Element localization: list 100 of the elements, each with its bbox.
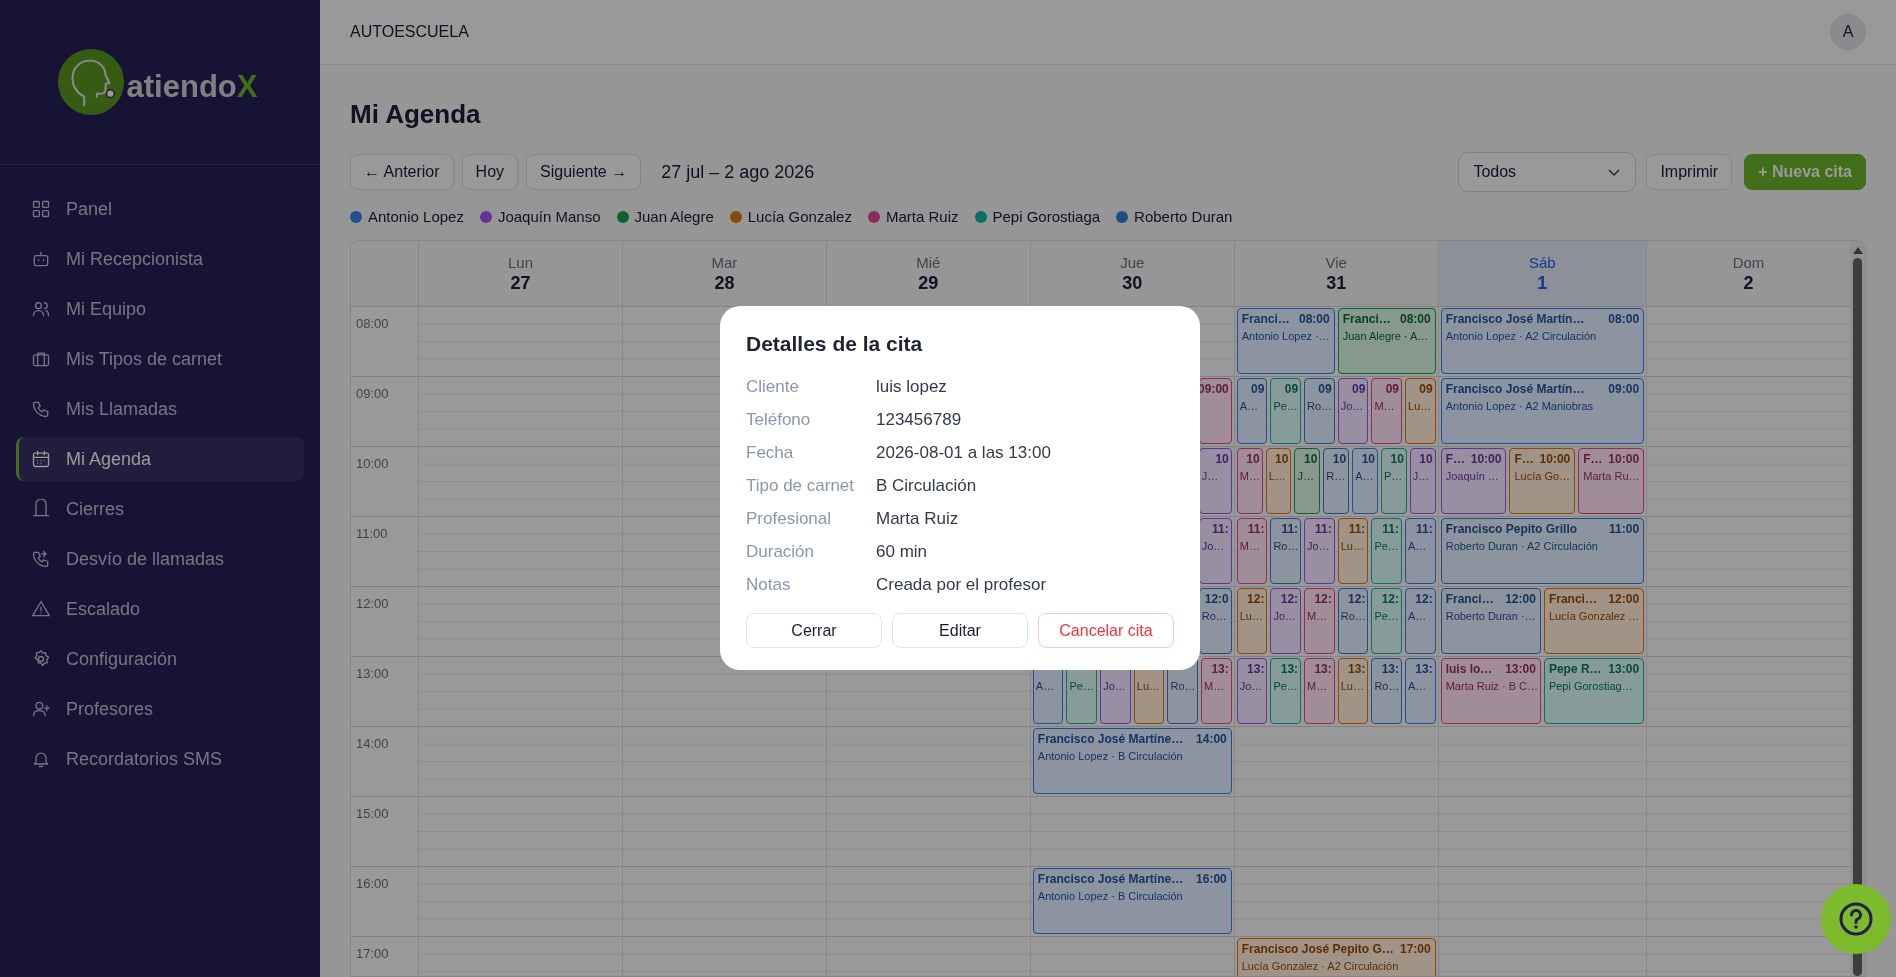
appointment-card[interactable]: Francisco José Martíne… 16:00 Antonio Lopez · B Circulación — [1032, 868, 1232, 934]
appointment-card[interactable]: 11: Lu… — [1337, 518, 1369, 584]
appointment-card[interactable]: 10 J… — [1409, 448, 1436, 514]
print-button[interactable]: Imprimir — [1646, 154, 1733, 190]
appointment-card[interactable]: 10 J… — [1198, 448, 1232, 514]
appointment-card[interactable]: luis lo… 13:00 Marta Ruiz · B C… — [1440, 658, 1541, 724]
appointment-card[interactable]: Pepe R… 13:00 Pepi Gorostiag… — [1543, 658, 1645, 724]
nav-item[interactable]: Panel — [16, 187, 304, 231]
appointment-card[interactable]: 12: A… — [1405, 588, 1436, 654]
appointment-card[interactable]: 13: Lu… — [1337, 658, 1369, 724]
professional-select[interactable]: Todos — [1458, 152, 1637, 192]
appointment-card[interactable]: Franci… 08:00 Juan Alegre · A… — [1337, 308, 1436, 374]
dialog-button[interactable]: Cerrar — [746, 613, 882, 648]
nav-item[interactable]: Mi Equipo — [16, 287, 304, 331]
appointment-card[interactable]: 10 A… — [1352, 448, 1378, 514]
nav-item[interactable]: Mis Tipos de carnet — [16, 337, 304, 381]
appointment-card[interactable]: 12: Pe… — [1371, 588, 1403, 654]
nav-item[interactable]: Profesores — [16, 687, 304, 731]
nav-item[interactable]: Mi Recepcionista — [16, 237, 304, 281]
appointment-card[interactable]: 11: M… — [1236, 518, 1268, 584]
appointment-card[interactable]: 13: M… — [1304, 658, 1335, 724]
appointment-card[interactable]: Francisco José Martíne… 14:00 Antonio Lopez · B Circulación — [1032, 728, 1232, 794]
next-button[interactable]: Siguiente → — [526, 154, 642, 190]
appointment-card[interactable]: 12: Ro… — [1337, 588, 1369, 654]
appointment-details: Ro… — [1307, 400, 1332, 412]
field-value: 2026-08-01 a las 13:00 — [876, 442, 1051, 463]
appointment-card[interactable]: Francisco José Martín… 09:00 Antonio Lopez · A2 Maniobras — [1440, 378, 1645, 444]
appointment-card[interactable]: Franci… 12:00 Roberto Duran ·… — [1440, 588, 1541, 654]
today-button[interactable]: Hoy — [461, 154, 519, 190]
appointment-card[interactable]: 11: Jo… — [1198, 518, 1232, 584]
appointment-card[interactable]: 11: Pe… — [1371, 518, 1403, 584]
appointment-card[interactable]: 09 A… — [1236, 378, 1268, 444]
appointment-time: 11: — [1212, 522, 1229, 536]
nav-item[interactable]: Escalado — [16, 587, 304, 631]
field-value: 60 min — [876, 541, 928, 562]
appointment-time: 09 — [1284, 382, 1299, 396]
appointment-card[interactable]: 12: Lu… — [1236, 588, 1268, 654]
appointment-card[interactable]: 12: Jo… — [1270, 588, 1302, 654]
appointment-details: Lucía Gonzalez … — [1548, 610, 1640, 622]
appointment-details: A… — [1408, 680, 1428, 692]
nav-item[interactable]: Recordatorios SMS — [16, 737, 304, 781]
appointment-card[interactable]: Francisco José Pepito G… 17:00 Lucía Gonzalez · A2 Circulación — [1236, 938, 1436, 976]
weekday-label: Vie — [1325, 253, 1347, 271]
appointment-time: 10 — [1419, 452, 1433, 466]
appointment-card[interactable]: F… 10:00 Marta Ru… — [1578, 448, 1645, 514]
appointment-details: A… — [1239, 400, 1260, 412]
appointment-details: M… — [1374, 400, 1396, 412]
user-avatar[interactable]: A — [1830, 14, 1866, 50]
appointment-card[interactable]: 12: M… — [1304, 588, 1335, 654]
appointment-card[interactable]: F… 10:00 Lucía Go… — [1509, 448, 1576, 514]
appointment-card[interactable]: 10 J… — [1294, 448, 1321, 514]
appointment-card[interactable]: 09 Pe… — [1270, 378, 1302, 444]
field-value: B Circulación — [876, 475, 977, 496]
appointment-time: 12: — [1247, 592, 1265, 606]
nav-item[interactable]: Configuración — [16, 637, 304, 681]
previous-button[interactable]: ← Anterior — [350, 154, 454, 190]
appointment-details: Jo… — [1273, 610, 1298, 622]
appointment-card[interactable]: Franci… 12:00 Lucía Gonzalez … — [1543, 588, 1645, 654]
appointment-details: Marta Ru… — [1583, 470, 1640, 482]
hour-label: 15:00 — [355, 805, 390, 821]
appointment-details: Lucía Gonzalez · A2 Circulación — [1241, 960, 1400, 972]
appointment-card[interactable]: 09 Lu… — [1405, 378, 1436, 444]
appointment-card[interactable]: 11: Jo… — [1304, 518, 1335, 584]
day-number: 28 — [714, 272, 735, 294]
appointment-card[interactable]: 10 L… — [1265, 448, 1292, 514]
appointment-card[interactable]: Francisco Pepito Grillo 11:00 Roberto Duran · A2 Circulación — [1440, 518, 1645, 584]
nav-item[interactable]: Cierres — [16, 487, 304, 531]
field-label: Teléfono — [746, 409, 812, 430]
appointment-card[interactable]: Franci… 08:00 Antonio Lopez ·… — [1236, 308, 1335, 374]
appointment-card[interactable]: Francisco José Martín… 08:00 Antonio Lopez · A2 Circulación — [1440, 308, 1645, 374]
day-number: 30 — [1122, 272, 1143, 294]
appointment-details: Antonio Lopez · A2 Circulación — [1445, 330, 1598, 342]
appointment-card[interactable]: 10 M… — [1236, 448, 1263, 514]
nav-item[interactable]: Desvío de llamadas — [16, 537, 304, 581]
appointment-card[interactable]: 13: Ro… — [1371, 658, 1403, 724]
appointment-card[interactable]: 13: Pe… — [1270, 658, 1302, 724]
appointment-time: 13:00 — [1505, 662, 1536, 676]
appointment-card[interactable]: 13: M… — [1201, 658, 1232, 724]
new-appointment-button[interactable]: + Nueva cita — [1744, 154, 1866, 190]
appointment-card[interactable]: 10 P… — [1381, 448, 1407, 514]
appointment-card[interactable]: 09 M… — [1371, 378, 1403, 444]
appointment-card[interactable]: 13: A… — [1405, 658, 1436, 724]
appointment-card[interactable]: 09 Jo… — [1337, 378, 1369, 444]
appointment-time: 10 — [1215, 452, 1229, 466]
hour-label: 08:00 — [355, 315, 390, 331]
appointment-card[interactable]: 13: Jo… — [1236, 658, 1268, 724]
hour-label: 09:00 — [355, 385, 390, 401]
appointment-card[interactable]: 10 R… — [1323, 448, 1350, 514]
appointment-card[interactable]: 11: A… — [1405, 518, 1436, 584]
appointment-details: Lu… — [1408, 400, 1433, 412]
appointment-card[interactable]: 11: Ro… — [1270, 518, 1302, 584]
appointment-card[interactable]: F… 10:00 Joaquín … — [1440, 448, 1507, 514]
logo-text: atiendoX — [126, 69, 258, 105]
appointment-card[interactable]: 09 Ro… — [1304, 378, 1335, 444]
organization-name: AUTOESCUELA — [350, 23, 469, 41]
dialog-button[interactable]: Editar — [892, 613, 1028, 648]
nav-item[interactable]: Mis Llamadas — [16, 387, 304, 431]
appointment-card[interactable]: 12:0 Ro… — [1198, 588, 1232, 654]
appointment-client: F… — [1514, 452, 1534, 466]
cancel-appointment-button[interactable]: Cancelar cita — [1038, 613, 1174, 648]
